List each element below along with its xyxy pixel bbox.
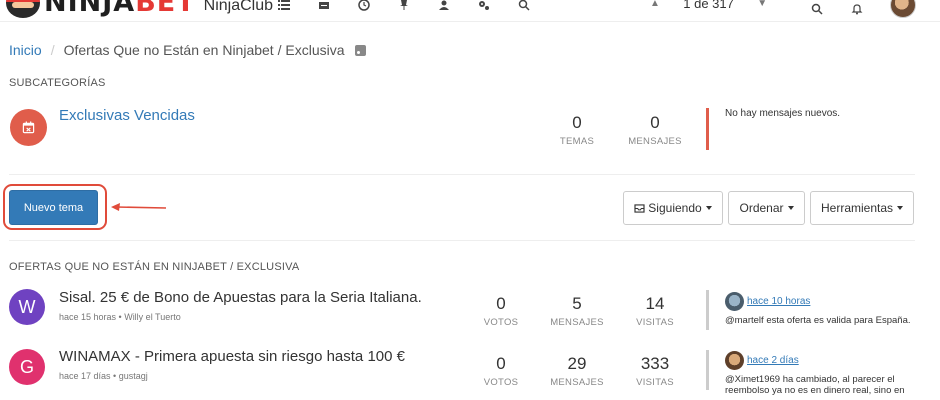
pin-icon[interactable] (384, 0, 424, 10)
subcategory-last-post: No hay mensajes nuevos. (725, 108, 841, 119)
search-icon[interactable] (810, 2, 824, 16)
pager-text: 1 de 317 (683, 0, 734, 11)
breadcrumb-home-link[interactable]: Inicio (9, 42, 42, 58)
sort-dropdown[interactable]: Ordenar (728, 191, 805, 225)
calendar-icon (10, 109, 47, 146)
votes-label: VOTOS (483, 317, 519, 328)
subcategory-topics-stat: 0 TEMAS (552, 113, 602, 147)
topics-count: 0 (572, 113, 582, 132)
caret-down-icon (705, 206, 712, 210)
topic-color-bar (706, 290, 709, 330)
user-icon[interactable] (424, 0, 464, 10)
topic-teaser: hace 10 horas @martelf esta oferta es va… (725, 292, 925, 326)
divider (9, 240, 915, 241)
breadcrumb: Inicio / Ofertas Que no Están en Ninjabe… (9, 42, 366, 58)
subcategory-title-link[interactable]: Exclusivas Vencidas (59, 107, 195, 124)
posts-label: MENSAJES (550, 377, 604, 388)
topics-section-label: OFERTAS QUE NO ESTÁN EN NINJABET / EXCLU… (9, 261, 300, 273)
brand-club: NinjaClub (203, 0, 274, 14)
topic-title-link[interactable]: Sisal. 25 € de Bono de Apuestas para la … (59, 289, 422, 306)
posts-label: MENSAJES (550, 317, 604, 328)
topic-pager: ▲ ˆ 1 de 317 ˇ ▼ (650, 0, 767, 11)
posts-count: 29 (567, 354, 587, 373)
posts-count: 5 (572, 294, 582, 313)
views-stat: 14 VISITAS (630, 294, 680, 328)
following-dropdown[interactable]: Siguiendo (623, 191, 723, 225)
double-chevron-down-icon[interactable]: ▼ (757, 0, 767, 9)
topic-author-avatar[interactable]: W (9, 289, 45, 325)
divider (9, 174, 915, 175)
clock-icon[interactable] (344, 0, 384, 11)
chevron-down-icon[interactable]: ˇ (744, 0, 747, 9)
new-topic-button[interactable]: Nuevo tema (9, 190, 98, 225)
views-label: VISITAS (636, 377, 674, 388)
teaser-avatar[interactable] (725, 292, 744, 311)
rss-icon[interactable] (354, 44, 366, 56)
votes-count: 0 (496, 354, 506, 373)
posts-count: 0 (650, 113, 660, 132)
list-icon[interactable] (264, 0, 304, 10)
posts-label: MENSAJES (628, 136, 682, 147)
caret-down-icon (787, 206, 794, 210)
votes-stat: 0 VOTOS (478, 354, 524, 388)
tools-dropdown[interactable]: Herramientas (810, 191, 914, 225)
topic-title-link[interactable]: WINAMAX - Primera apuesta sin riesgo has… (59, 348, 405, 365)
breadcrumb-separator: / (50, 42, 55, 58)
top-navbar: NINJABET NinjaClub ▲ ˆ 1 de 317 ˇ ▼ (0, 0, 940, 22)
topic-color-bar (706, 350, 709, 390)
teaser-text: @martelf esta oferta es valida para Espa… (725, 315, 911, 326)
topic-meta: hace 15 horas • Willy el Tuerto (59, 312, 181, 322)
caret-down-icon (897, 206, 904, 210)
votes-count: 0 (496, 294, 506, 313)
tools-label: Herramientas (820, 201, 894, 215)
subcategories-label: SUBCATEGORÍAS (9, 77, 106, 89)
teaser-text: @Ximet1969 ha cambiado, al parecer el re… (725, 374, 905, 396)
posts-stat: 5 MENSAJES (547, 294, 607, 328)
breadcrumb-current: Ofertas Que no Están en Ninjabet / Exclu… (63, 42, 345, 58)
chevron-up-icon[interactable]: ˆ (670, 0, 673, 9)
topics-label: TEMAS (559, 136, 595, 147)
subcategory-color-bar (706, 108, 709, 150)
views-count: 333 (640, 354, 670, 373)
topic-meta: hace 17 días • gustagj (59, 371, 148, 381)
topic-teaser: hace 2 días @Ximet1969 ha cambiado, al p… (725, 351, 925, 396)
brand-link[interactable]: NINJABET NinjaClub (6, 0, 273, 18)
views-count: 14 (645, 294, 665, 313)
topic-author-avatar[interactable]: G (9, 349, 45, 385)
double-chevron-up-icon[interactable]: ▲ (650, 0, 660, 9)
sort-label: Ordenar (739, 201, 784, 215)
teaser-time-link[interactable]: hace 2 días (747, 355, 799, 366)
subcategory-posts-stat: 0 MENSAJES (625, 113, 685, 147)
posts-stat: 29 MENSAJES (547, 354, 607, 388)
ninja-logo-icon (6, 0, 40, 18)
search-icon[interactable] (504, 0, 544, 11)
views-stat: 333 VISITAS (630, 354, 680, 388)
brand-name: NINJABET (44, 0, 196, 18)
votes-stat: 0 VOTOS (478, 294, 524, 328)
inbox-icon (634, 203, 645, 213)
annotation-arrow-icon (111, 203, 167, 211)
bell-icon[interactable] (850, 2, 864, 16)
views-label: VISITAS (636, 317, 674, 328)
following-label: Siguiendo (648, 201, 702, 215)
user-nav (810, 0, 916, 18)
teaser-avatar[interactable] (725, 351, 744, 370)
votes-label: VOTOS (483, 377, 519, 388)
cogs-icon[interactable] (464, 0, 504, 10)
user-avatar[interactable] (890, 0, 916, 18)
inbox-icon[interactable] (304, 0, 344, 10)
main-nav (264, 0, 544, 11)
teaser-time-link[interactable]: hace 10 horas (747, 296, 810, 307)
